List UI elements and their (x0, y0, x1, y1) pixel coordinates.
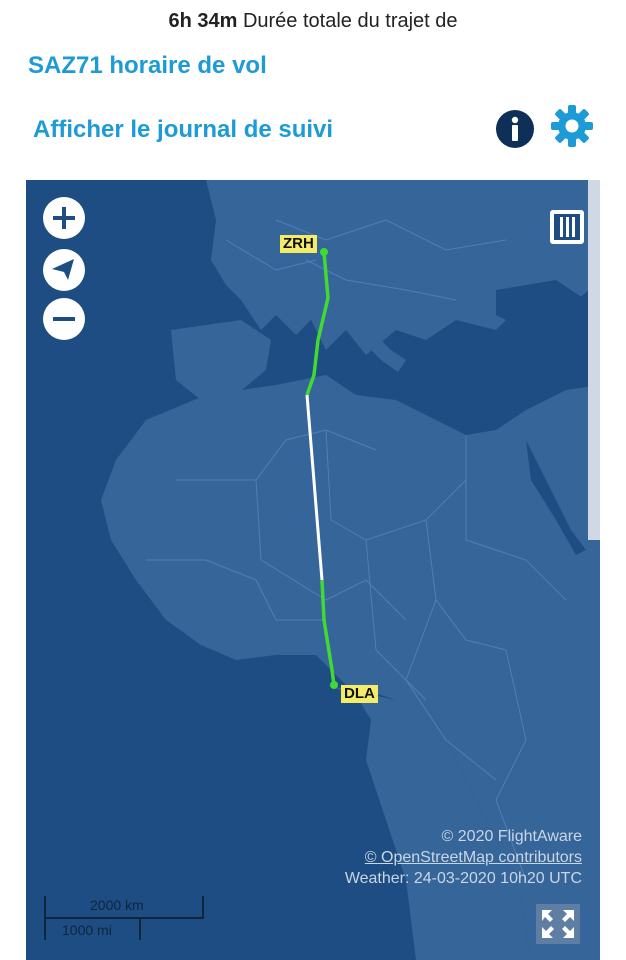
zoom-out-button[interactable] (43, 298, 85, 340)
scale-km-label: 2000 km (90, 897, 144, 913)
compass-icon (52, 259, 74, 280)
track-log-link[interactable]: Afficher le journal de suivi (33, 116, 333, 144)
duration-value: 6h 34m (168, 10, 238, 32)
map-scrollbar[interactable] (588, 180, 600, 540)
info-icon[interactable] (496, 110, 534, 148)
flightaware-attribution: © 2020 FlightAware (441, 828, 582, 845)
duration-label: Durée totale du trajet de (242, 10, 458, 32)
zoom-in-button[interactable] (43, 197, 85, 239)
trip-duration: 6h 34m Durée totale du trajet de (0, 10, 626, 33)
destination-airport-label[interactable]: DLA (341, 685, 378, 703)
osm-attribution-link[interactable]: © OpenStreetMap contributors (365, 849, 582, 867)
layers-button[interactable] (550, 210, 584, 244)
flight-map[interactable]: ZRH DLA © 2020 FlightAware © OpenStreetM… (26, 180, 600, 960)
flight-schedule-link[interactable]: SAZ71 horaire de vol (28, 52, 267, 80)
compass-button[interactable] (43, 249, 85, 291)
route-estimated-segment (305, 394, 324, 581)
origin-marker (320, 248, 328, 256)
scale-mi-label: 1000 mi (62, 922, 112, 938)
layers-icon (550, 210, 584, 244)
plus-icon (53, 207, 75, 229)
gear-icon[interactable] (550, 104, 594, 148)
minus-icon (53, 317, 75, 321)
destination-marker (330, 681, 338, 689)
map-scale: 2000 km 1000 mi (44, 896, 204, 940)
fullscreen-button[interactable] (536, 904, 580, 944)
origin-airport-label[interactable]: ZRH (280, 235, 317, 253)
weather-timestamp: Weather: 24-03-2020 10h20 UTC (344, 870, 582, 887)
fullscreen-icon (542, 910, 574, 938)
